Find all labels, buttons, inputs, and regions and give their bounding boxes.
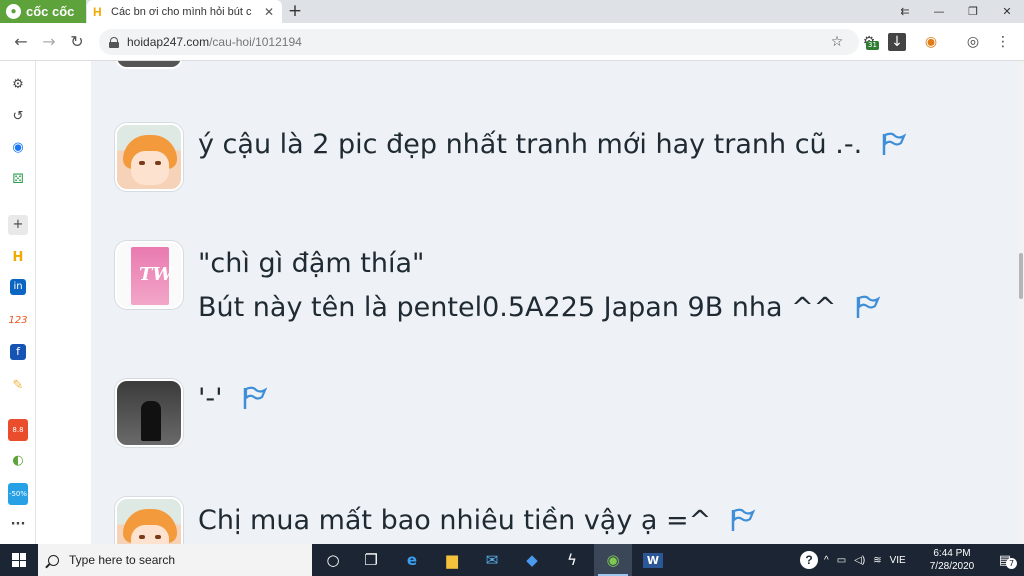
address-path: /cau-hoi/1012194 <box>209 35 302 49</box>
coccoc-logo-icon: ● <box>6 4 21 19</box>
comment-thread: ý cậu là 2 pic đẹp nhất tranh mới hay tr… <box>91 61 1018 544</box>
report-flag-icon[interactable] <box>241 385 267 411</box>
bookmark-star-icon[interactable]: ☆ <box>828 33 846 51</box>
tab-title: Các bn ơi cho mình hỏi bút c <box>111 5 252 18</box>
coccoc-taskbar-icon[interactable]: ◉ <box>594 544 632 576</box>
messenger-icon[interactable]: ◉ <box>8 138 28 158</box>
gamepad-icon[interactable]: ⚄ <box>8 170 28 190</box>
address-host: hoidap247.com <box>127 35 210 49</box>
hoidap247-icon[interactable]: H <box>8 248 28 268</box>
report-flag-icon[interactable] <box>880 131 907 157</box>
settings-gear-icon[interactable]: ⚙ <box>8 75 28 95</box>
cortana-icon[interactable]: ○ <box>314 544 352 576</box>
address-bar[interactable]: hoidap247.com /cau-hoi/1012194 <box>99 29 859 55</box>
reload-button[interactable]: ↻ <box>66 31 88 53</box>
volume-icon[interactable]: ◁) <box>854 555 865 566</box>
clock-time: 6:44 PM <box>933 548 971 559</box>
report-flag-icon[interactable] <box>854 294 881 320</box>
facebook-icon[interactable]: f <box>10 344 26 360</box>
back-button[interactable]: ← <box>10 31 32 53</box>
comment-line: Chị mua mất bao nhiêu tiền vậy ạ =^ <box>198 499 756 543</box>
minimize-button[interactable]: — <box>922 0 956 23</box>
tab-bar: ● cốc cốc H Các bn ơi cho mình hỏi bút c… <box>0 0 1024 23</box>
scrollbar-thumb[interactable] <box>1019 253 1023 299</box>
comment-text: "chì gì đậm thía" Bút này tên là pentel0… <box>198 242 881 330</box>
wifi-icon[interactable]: ≋ <box>873 555 881 566</box>
profile-avatar-icon[interactable]: ◎ <box>964 33 982 51</box>
notification-count: 7 <box>1006 558 1017 569</box>
word-icon[interactable]: W <box>634 544 672 576</box>
avatar[interactable] <box>115 123 183 191</box>
shop-icon[interactable]: 8.8 <box>8 419 28 441</box>
tab-close-icon[interactable]: ✕ <box>262 5 276 19</box>
lock-icon <box>109 36 119 48</box>
comment-line: Bút này tên là pentel0.5A225 Japan 9B nh… <box>198 286 881 330</box>
coccoc-menu-button[interactable]: ● cốc cốc <box>0 0 86 23</box>
avatar[interactable] <box>115 497 183 544</box>
comment-line: '-' <box>198 377 267 421</box>
new-tab-button[interactable]: + <box>286 2 304 20</box>
taskbar-search-placeholder: Type here to search <box>69 553 176 567</box>
windows-logo-icon <box>12 553 26 567</box>
comment-text: ý cậu là 2 pic đẹp nhất tranh mới hay tr… <box>198 123 907 167</box>
comment-line: ý cậu là 2 pic đẹp nhất tranh mới hay tr… <box>198 123 907 167</box>
windows-taskbar: Type here to search ○ ❐ e ▆ ✉ ◆ ϟ ◉ W ? … <box>0 544 1024 576</box>
mail-icon[interactable]: ✉ <box>473 544 511 576</box>
add-shortcut-icon[interactable]: + <box>8 215 28 235</box>
task-view-icon[interactable]: ❐ <box>352 544 390 576</box>
extension-badge: 31 <box>866 41 879 50</box>
history-icon[interactable]: ↺ <box>8 107 28 127</box>
coccoc-icon[interactable]: ◐ <box>8 451 28 471</box>
app-icon[interactable]: ϟ <box>553 544 591 576</box>
maximize-button[interactable]: ❐ <box>956 0 990 23</box>
system-tray: ? ^ ▭ ◁) ≋ VIE <box>800 544 906 576</box>
page-scrollbar[interactable] <box>1018 61 1024 544</box>
extension-icon[interactable]: 31⚙ <box>860 33 879 51</box>
notification-center-icon[interactable]: ▤ 7 <box>986 544 1024 576</box>
menu-kebab-icon[interactable]: ⋮ <box>994 33 1012 51</box>
forward-button[interactable]: → <box>38 31 60 53</box>
avatar[interactable] <box>115 379 183 447</box>
battery-icon[interactable]: ▭ <box>837 555 846 566</box>
report-flag-icon[interactable] <box>729 507 756 533</box>
page-gutter <box>37 61 91 544</box>
dropbox-icon[interactable]: ◆ <box>513 544 551 576</box>
help-icon[interactable]: ? <box>800 551 818 569</box>
comment-line: "chì gì đậm thía" <box>198 248 425 279</box>
download-icon[interactable]: ↓ <box>888 33 906 51</box>
comment-text: Chị mua mất bao nhiêu tiền vậy ạ =^ <box>198 499 756 543</box>
notes-icon[interactable]: ✎ <box>8 376 28 396</box>
avatar-partial <box>115 61 183 69</box>
taskbar-clock[interactable]: 6:44 PM 7/28/2020 <box>920 547 984 573</box>
close-window-button[interactable]: ✕ <box>990 0 1024 23</box>
chevron-up-icon[interactable]: ^ <box>824 555 829 566</box>
brand-label: cốc cốc <box>26 4 75 19</box>
linkedin-icon[interactable]: in <box>10 279 26 295</box>
browser-toolbar: ← → ↻ hoidap247.com /cau-hoi/1012194 ☆ 3… <box>0 23 1024 61</box>
sale-icon[interactable]: -50% <box>8 483 28 505</box>
clock-date: 7/28/2020 <box>929 561 975 572</box>
tab-search-button[interactable]: ⇇ <box>888 0 922 23</box>
language-indicator[interactable]: VIE <box>890 555 906 566</box>
coccoc-sidebar: ⚙ ↺ ◉ ⚄ + H in 123 f ✎ 8.8 ◐ -50% ··· <box>0 61 36 544</box>
edge-icon[interactable]: e <box>393 544 431 576</box>
file-explorer-icon[interactable]: ▆ <box>433 544 471 576</box>
more-icon[interactable]: ··· <box>8 515 28 535</box>
taskbar-search-box[interactable]: Type here to search <box>38 544 312 576</box>
start-button[interactable] <box>0 544 38 576</box>
coccoc-extension-icon[interactable]: ◉ <box>922 33 940 51</box>
123-icon[interactable]: 123 <box>8 311 28 331</box>
search-icon <box>48 554 59 566</box>
comment-text: '-' <box>198 377 267 421</box>
tab-active[interactable]: H Các bn ơi cho mình hỏi bút c ✕ <box>87 0 282 23</box>
hoidap247-favicon-icon: H <box>93 4 102 19</box>
avatar[interactable]: TW <box>115 241 183 309</box>
